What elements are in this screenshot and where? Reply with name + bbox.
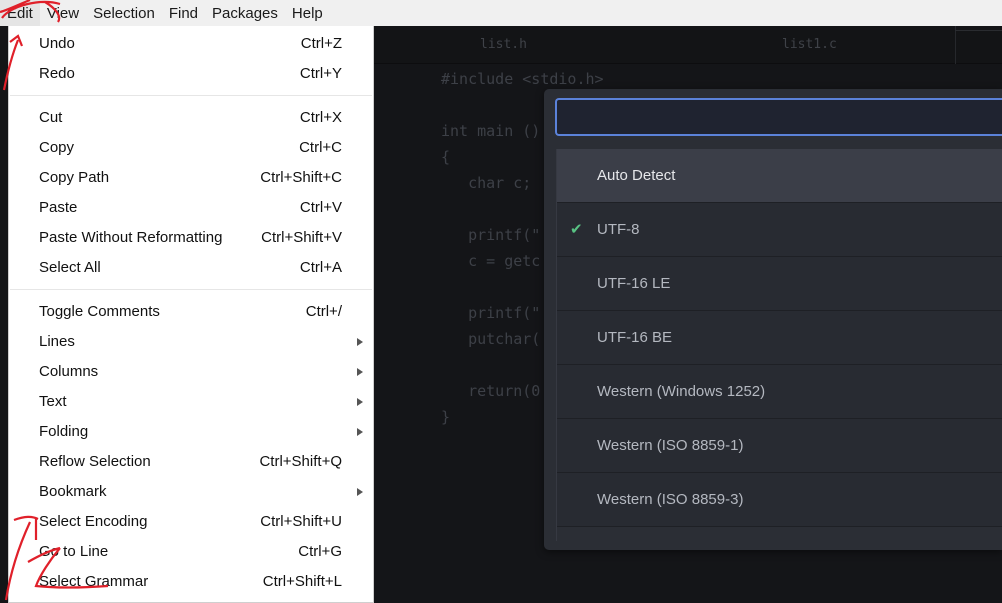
menu-item-shortcut: Ctrl+G [298,543,342,560]
submenu-arrow-icon [357,368,363,376]
menu-find[interactable]: Find [162,0,205,26]
tab-list-h[interactable]: list.h [480,26,527,64]
menu-help[interactable]: Help [285,0,330,26]
menu-item-cut[interactable]: Cut Ctrl+X [9,103,373,133]
menu-item-reflow-selection[interactable]: Reflow Selection Ctrl+Shift+Q [9,447,373,477]
edit-menu: Undo Ctrl+Z Redo Ctrl+Y Cut Ctrl+X Copy Ctrl+C C… [8,26,374,603]
menu-item-shortcut: Ctrl+X [299,109,342,126]
encoding-option-utf-16-be[interactable]: UTF-16 BE [557,311,1002,365]
menu-item-shortcut: Ctrl+V [299,199,342,216]
app-window: Edit View Selection Find Packages Help l… [0,0,1002,603]
menu-item-shortcut: Ctrl+Shift+C [260,169,342,186]
encoding-option-utf-8[interactable]: ✔ UTF-8 [557,203,1002,257]
menu-item-select-grammar[interactable]: Select Grammar Ctrl+Shift+L [9,567,373,597]
menu-item-folding[interactable]: Folding [9,417,373,447]
menu-selection[interactable]: Selection [86,0,162,26]
encoding-selector-panel: Auto Detect ✔ UTF-8 UTF-16 LE UTF-16 BE Weste… [544,89,1002,550]
encoding-option-western-windows-1252[interactable]: Western (Windows 1252) [557,365,1002,419]
tab-bar: list.h list1.c [374,26,1002,64]
menu-item-shortcut: Ctrl+A [299,259,342,276]
submenu-arrow-icon [357,398,363,406]
menu-item-label: Redo [39,65,75,82]
menu-edit[interactable]: Edit [0,0,40,26]
encoding-option-western-iso-8859-3[interactable]: Western (ISO 8859-3) [557,473,1002,527]
encoding-option-label: UTF-16 BE [597,329,673,346]
menu-item-paste-without-reformatting[interactable]: Paste Without Reformatting Ctrl+Shift+V [9,223,373,253]
menu-item-label: Columns [39,363,99,380]
menu-item-label: Reflow Selection [39,453,151,470]
menu-item-label: Copy Path [39,169,110,186]
menu-item-copy-path[interactable]: Copy Path Ctrl+Shift+C [9,163,373,193]
encoding-option-label: Western (ISO 8859-1) [597,437,744,454]
menu-separator [10,95,372,96]
encoding-option-western-iso-8859-1[interactable]: Western (ISO 8859-1) [557,419,1002,473]
encoding-option-label: Auto Detect [597,167,676,184]
menu-item-shortcut: Ctrl+Y [299,65,342,82]
menu-item-label: Select All [39,259,101,276]
menu-item-label: Lines [39,333,75,350]
menu-packages[interactable]: Packages [205,0,285,26]
menu-item-shortcut: Ctrl+/ [305,303,342,320]
menu-item-label: Select Encoding [39,513,148,530]
menu-item-undo[interactable]: Undo Ctrl+Z [9,29,373,59]
menu-item-go-to-line[interactable]: Go to Line Ctrl+G [9,537,373,567]
menu-item-copy[interactable]: Copy Ctrl+C [9,133,373,163]
menu-item-text[interactable]: Text [9,387,373,417]
menu-item-label: Paste Without Reformatting [39,229,223,246]
menu-item-label: Toggle Comments [39,303,160,320]
menu-item-label: Select Grammar [39,573,149,590]
menu-item-shortcut: Ctrl+Shift+Q [259,453,342,470]
menu-item-label: Bookmark [39,483,107,500]
menu-item-shortcut: Ctrl+Shift+U [260,513,342,530]
tab-list1-c[interactable]: list1.c [782,26,837,64]
submenu-arrow-icon [357,428,363,436]
encoding-option-label: UTF-8 [597,221,640,238]
menu-item-paste[interactable]: Paste Ctrl+V [9,193,373,223]
menu-item-lines[interactable]: Lines [9,327,373,357]
menu-item-label: Go to Line [39,543,109,560]
encoding-option-auto-detect[interactable]: Auto Detect [557,149,1002,203]
submenu-arrow-icon [357,488,363,496]
menu-item-select-all[interactable]: Select All Ctrl+A [9,253,373,283]
encoding-list: Auto Detect ✔ UTF-8 UTF-16 LE UTF-16 BE Weste… [556,149,1002,541]
menu-item-label: Undo [39,35,75,52]
tab-divider [955,26,956,64]
menu-item-bookmark[interactable]: Bookmark [9,477,373,507]
menu-separator [10,289,372,290]
menu-item-shortcut: Ctrl+Shift+V [261,229,342,246]
encoding-search-input[interactable] [555,98,1002,136]
menu-item-label: Cut [39,109,63,126]
menu-view[interactable]: View [40,0,86,26]
encoding-option-utf-16-le[interactable]: UTF-16 LE [557,257,1002,311]
submenu-arrow-icon [357,338,363,346]
menu-item-shortcut: Ctrl+Shift+L [262,573,342,590]
encoding-option-label: UTF-16 LE [597,275,671,292]
encoding-option-label: Western (ISO 8859-3) [597,491,744,508]
menu-item-label: Copy [39,139,75,156]
encoding-option-label: Western (Windows 1252) [597,383,766,400]
menu-item-label: Folding [39,423,89,440]
checkmark-icon: ✔ [570,221,583,238]
menu-item-toggle-comments[interactable]: Toggle Comments Ctrl+/ [9,297,373,327]
menu-item-columns[interactable]: Columns [9,357,373,387]
menu-item-shortcut: Ctrl+Z [300,35,342,52]
menu-item-label: Paste [39,199,78,216]
menu-item-shortcut: Ctrl+C [299,139,342,156]
menu-item-select-encoding[interactable]: Select Encoding Ctrl+Shift+U [9,507,373,537]
menubar: Edit View Selection Find Packages Help [0,0,1002,26]
tab-underline [955,30,1002,31]
menu-item-redo[interactable]: Redo Ctrl+Y [9,59,373,89]
menu-item-label: Text [39,393,67,410]
